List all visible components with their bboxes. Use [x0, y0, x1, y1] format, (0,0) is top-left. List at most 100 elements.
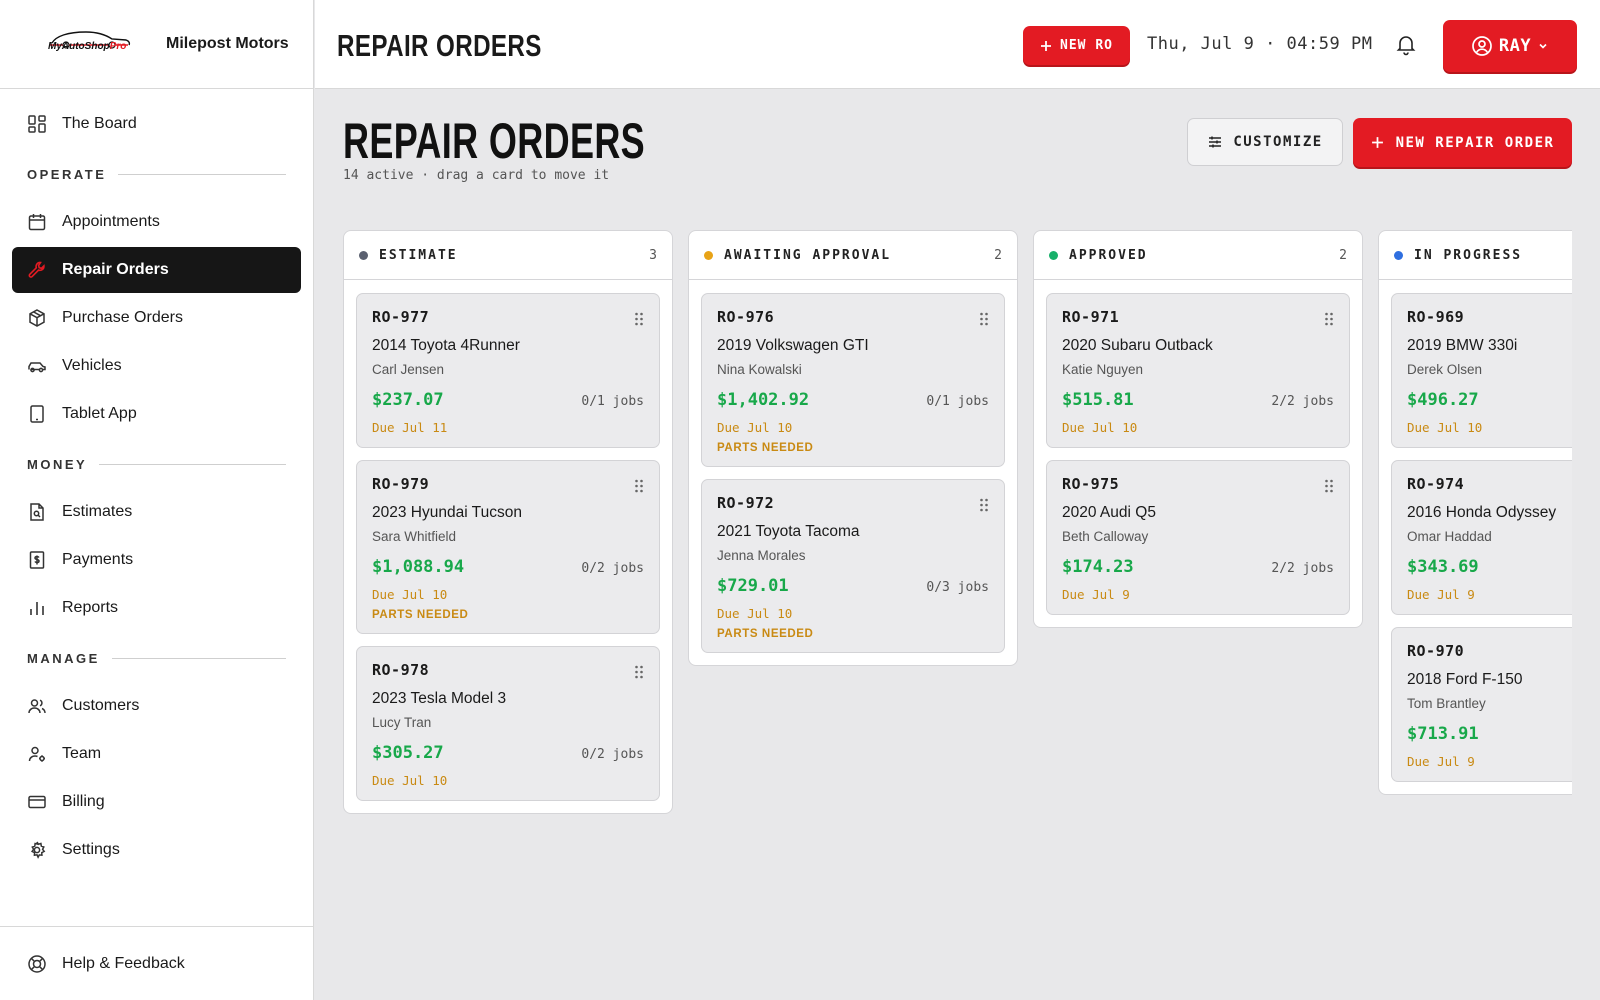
- new-ro-button[interactable]: NEW RO: [1023, 26, 1130, 65]
- user-menu-button[interactable]: RAY: [1443, 20, 1577, 72]
- drag-handle-icon[interactable]: [980, 312, 988, 326]
- customize-button[interactable]: CUSTOMIZE: [1187, 118, 1343, 166]
- board-column-in-progress: IN PROGRESS RO-969 2019 BMW 330i Derek Olse…: [1378, 230, 1572, 795]
- sidebar-item-vehicles[interactable]: Vehicles: [12, 343, 301, 389]
- sidebar-item-label: Billing: [62, 793, 105, 810]
- bell-icon[interactable]: [1394, 32, 1418, 56]
- nav-section-operate: OPERATE: [12, 149, 301, 199]
- vehicle-name: 2016 Honda Odyssey: [1407, 504, 1557, 521]
- ro-total: $343.69: [1407, 557, 1479, 577]
- due-date: Due Jul 10: [1062, 420, 1138, 435]
- customer-name: Tom Brantley: [1407, 696, 1486, 711]
- drag-handle-icon[interactable]: [1325, 479, 1333, 493]
- due-date: Due Jul 10: [372, 587, 448, 602]
- credit-card-icon: [28, 795, 46, 809]
- status-dot: [704, 250, 713, 260]
- section-divider: [118, 173, 286, 175]
- sidebar-nav: The Board OPERATE Appointments Repair Or…: [0, 89, 313, 887]
- sidebar-item-purchase-orders[interactable]: Purchase Orders: [12, 295, 301, 341]
- customer-name: Lucy Tran: [372, 715, 432, 730]
- repair-order-card[interactable]: RO-977 2014 Toyota 4Runner Carl Jensen $237…: [356, 293, 660, 448]
- vehicle-name: 2020 Subaru Outback: [1062, 337, 1213, 354]
- sidebar-item-label: Customers: [62, 697, 140, 714]
- user-gear-icon: [28, 746, 45, 762]
- vehicle-name: 2019 Volkswagen GTI: [717, 337, 869, 354]
- column-header: AWAITING APPROVAL 2: [689, 231, 1017, 280]
- customize-label: CUSTOMIZE: [1233, 134, 1323, 150]
- jobs-progress: 2/2 jobs: [1271, 394, 1334, 409]
- sidebar: MyAutoShopPro Milepost Motors The Board …: [0, 0, 314, 1000]
- sidebar-item-label: Purchase Orders: [62, 309, 183, 326]
- sidebar-item-tablet-app[interactable]: Tablet App: [12, 391, 301, 437]
- customer-name: Derek Olsen: [1407, 362, 1483, 377]
- repair-order-card[interactable]: RO-974 2016 Honda Odyssey Omar Haddad $343.…: [1391, 460, 1572, 615]
- sidebar-item-label: The Board: [62, 115, 137, 132]
- repair-order-card[interactable]: RO-971 2020 Subaru Outback Katie Nguyen $51…: [1046, 293, 1350, 448]
- column-cards: RO-969 2019 BMW 330i Derek Olsen $496.27 Due…: [1379, 280, 1572, 782]
- sidebar-item-billing[interactable]: Billing: [12, 779, 301, 825]
- column-cards: RO-971 2020 Subaru Outback Katie Nguyen $51…: [1034, 280, 1362, 615]
- user-name: RAY: [1498, 36, 1532, 56]
- amount-row: $343.69: [1407, 557, 1572, 577]
- sidebar-item-appointments[interactable]: Appointments: [12, 199, 301, 245]
- amount-row: $713.91: [1407, 724, 1572, 744]
- sidebar-item-the-board[interactable]: The Board: [12, 101, 301, 147]
- drag-handle-icon[interactable]: [635, 665, 643, 679]
- amount-row: $174.23 2/2 jobs: [1062, 557, 1334, 577]
- plus-icon: [1041, 40, 1052, 51]
- vehicle-name: 2014 Toyota 4Runner: [372, 337, 520, 354]
- sidebar-item-customers[interactable]: Customers: [12, 683, 301, 729]
- sidebar-item-label: Estimates: [62, 503, 133, 520]
- lifebuoy-icon: [28, 954, 46, 973]
- drag-handle-icon[interactable]: [1325, 312, 1333, 326]
- sidebar-item-settings[interactable]: Settings: [12, 827, 301, 873]
- column-header: APPROVED 2: [1034, 231, 1362, 280]
- due-date: Due Jul 10: [717, 606, 793, 621]
- new-ro-label: NEW RO: [1060, 38, 1113, 53]
- page-subtitle: 14 active · drag a card to move it: [343, 168, 610, 183]
- sidebar-item-reports[interactable]: Reports: [12, 585, 301, 631]
- parts-needed-badge: PARTS NEEDED: [717, 628, 814, 640]
- vehicle-name: 2021 Toyota Tacoma: [717, 523, 860, 540]
- drag-handle-icon[interactable]: [635, 479, 643, 493]
- repair-order-card[interactable]: RO-970 2018 Ford F-150 Tom Brantley $713.91…: [1391, 627, 1572, 782]
- repair-order-card[interactable]: RO-976 2019 Volkswagen GTI Nina Kowalski $1…: [701, 293, 1005, 467]
- sliders-icon: [1209, 136, 1222, 148]
- ro-total: $237.07: [372, 390, 444, 410]
- sidebar-item-label: Team: [62, 745, 102, 762]
- user-circle-icon: [1472, 36, 1492, 56]
- amount-row: $729.01 0/3 jobs: [717, 576, 989, 596]
- drag-handle-icon[interactable]: [635, 312, 643, 326]
- brand-header: MyAutoShopPro Milepost Motors: [0, 0, 313, 89]
- section-divider: [111, 657, 286, 659]
- repair-order-card[interactable]: RO-975 2020 Audi Q5 Beth Calloway $174.23 2/…: [1046, 460, 1350, 615]
- help-feedback-link[interactable]: Help & Feedback: [0, 926, 314, 1000]
- repair-order-card[interactable]: RO-979 2023 Hyundai Tucson Sara Whitfield $…: [356, 460, 660, 634]
- repair-order-card[interactable]: RO-978 2023 Tesla Model 3 Lucy Tran $305.27…: [356, 646, 660, 801]
- repair-order-card[interactable]: RO-972 2021 Toyota Tacoma Jenna Morales $72…: [701, 479, 1005, 653]
- shop-logo[interactable]: MyAutoShopPro: [46, 27, 132, 61]
- logo-text-accent: Pro: [109, 41, 127, 52]
- column-cards: RO-976 2019 Volkswagen GTI Nina Kowalski $1…: [689, 280, 1017, 653]
- dollar-doc-icon: [29, 551, 45, 569]
- sidebar-item-payments[interactable]: Payments: [12, 537, 301, 583]
- ro-total: $1,088.94: [372, 557, 465, 577]
- sidebar-item-repair-orders[interactable]: Repair Orders: [12, 247, 301, 293]
- repair-order-card[interactable]: RO-969 2019 BMW 330i Derek Olsen $496.27 Due…: [1391, 293, 1572, 448]
- vehicle-name: 2018 Ford F-150: [1407, 671, 1523, 688]
- section-title: MANAGE: [27, 650, 100, 666]
- parts-needed-badge: PARTS NEEDED: [717, 442, 814, 454]
- column-header: IN PROGRESS: [1379, 231, 1572, 280]
- status-dot: [1394, 250, 1403, 260]
- vehicle-name: 2023 Hyundai Tucson: [372, 504, 522, 521]
- drag-handle-icon[interactable]: [980, 498, 988, 512]
- jobs-progress: 0/1 jobs: [581, 394, 644, 409]
- top-bar: REPAIR ORDERS NEW RO Thu, Jul 9 · 04:59 …: [315, 0, 1600, 89]
- box-icon: [29, 309, 45, 327]
- sidebar-item-estimates[interactable]: Estimates: [12, 489, 301, 535]
- page-title: REPAIR ORDERS: [343, 113, 646, 169]
- amount-row: $305.27 0/2 jobs: [372, 743, 644, 763]
- new-repair-order-button[interactable]: NEW REPAIR ORDER: [1353, 118, 1572, 167]
- ro-total: $1,402.92: [717, 390, 810, 410]
- sidebar-item-team[interactable]: Team: [12, 731, 301, 777]
